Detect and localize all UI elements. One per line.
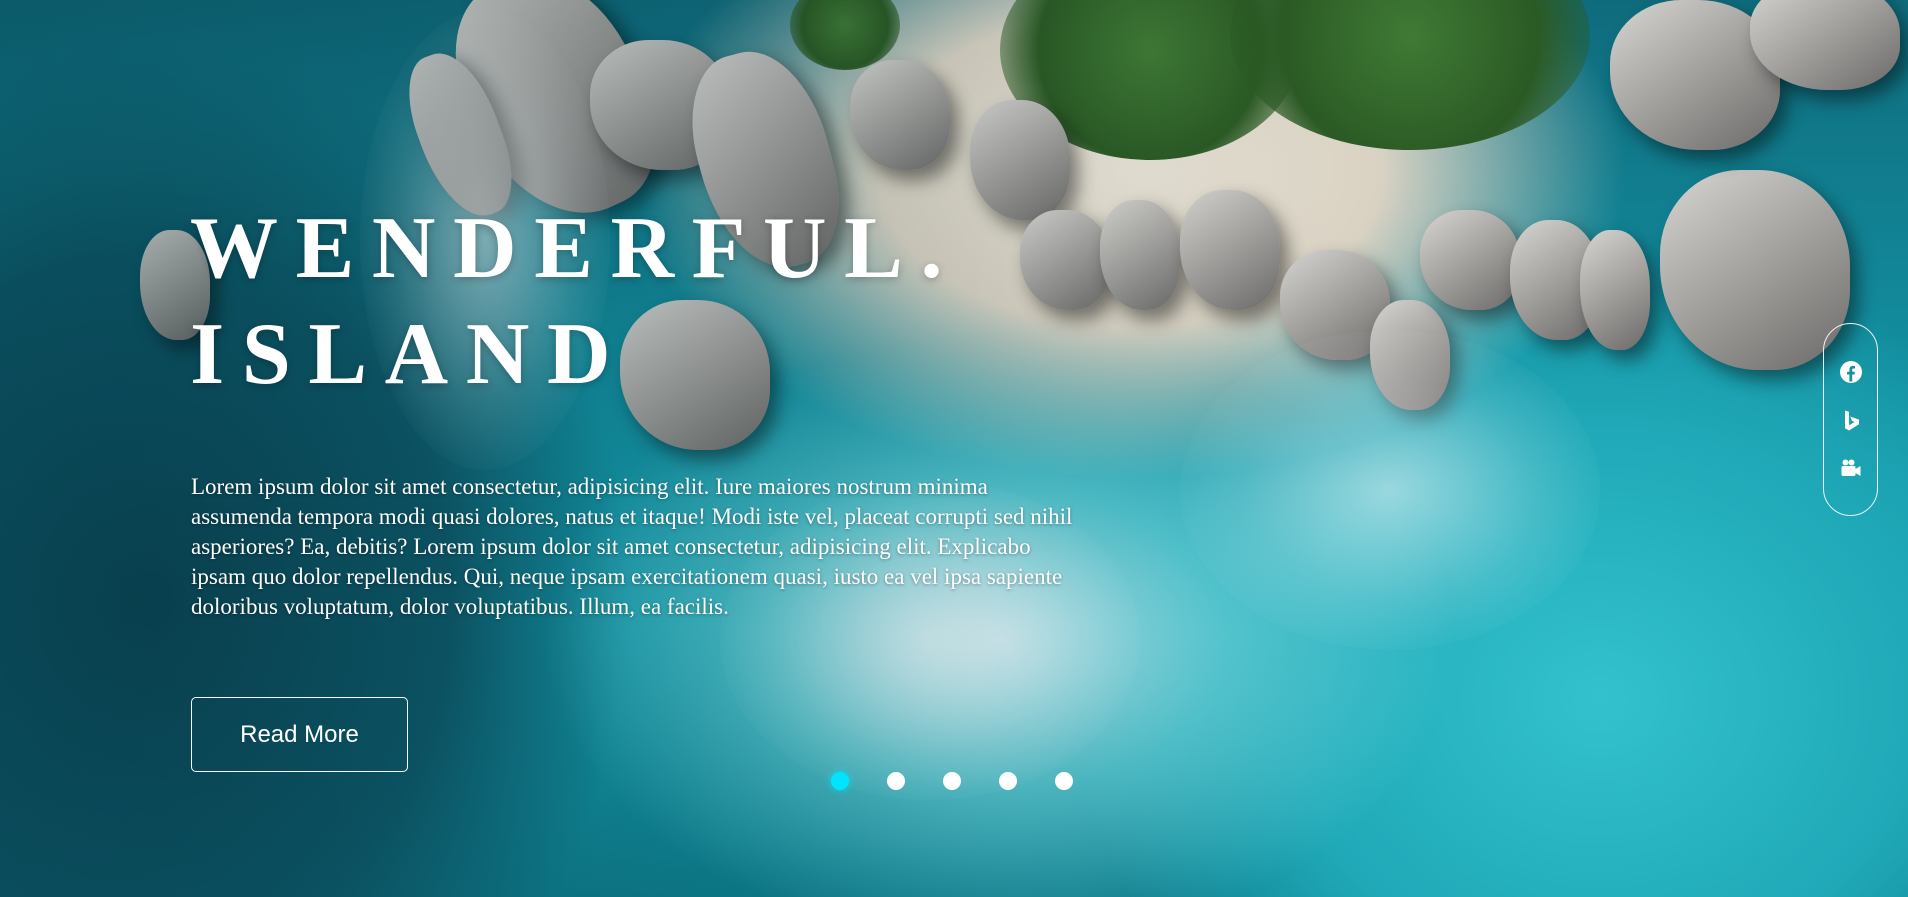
slider-dot-3[interactable] [943,772,961,790]
bing-icon[interactable] [1839,408,1863,432]
slider-dot-1[interactable] [831,772,849,790]
social-links-bar [1823,323,1878,516]
hero-title-line-1: WENDERFUL. [190,200,961,297]
hero-title-line-2: ISLAND [190,306,629,403]
slider-dot-5[interactable] [1055,772,1073,790]
slider-dot-4[interactable] [999,772,1017,790]
facebook-icon[interactable] [1839,360,1863,384]
hero-title: WENDERFUL. ISLAND [190,196,960,408]
slider-pagination [831,772,1073,790]
video-camera-icon[interactable] [1839,456,1863,480]
read-more-button[interactable]: Read More [191,697,408,772]
hero-description: Lorem ipsum dolor sit amet consectetur, … [191,474,1073,619]
slider-dot-2[interactable] [887,772,905,790]
